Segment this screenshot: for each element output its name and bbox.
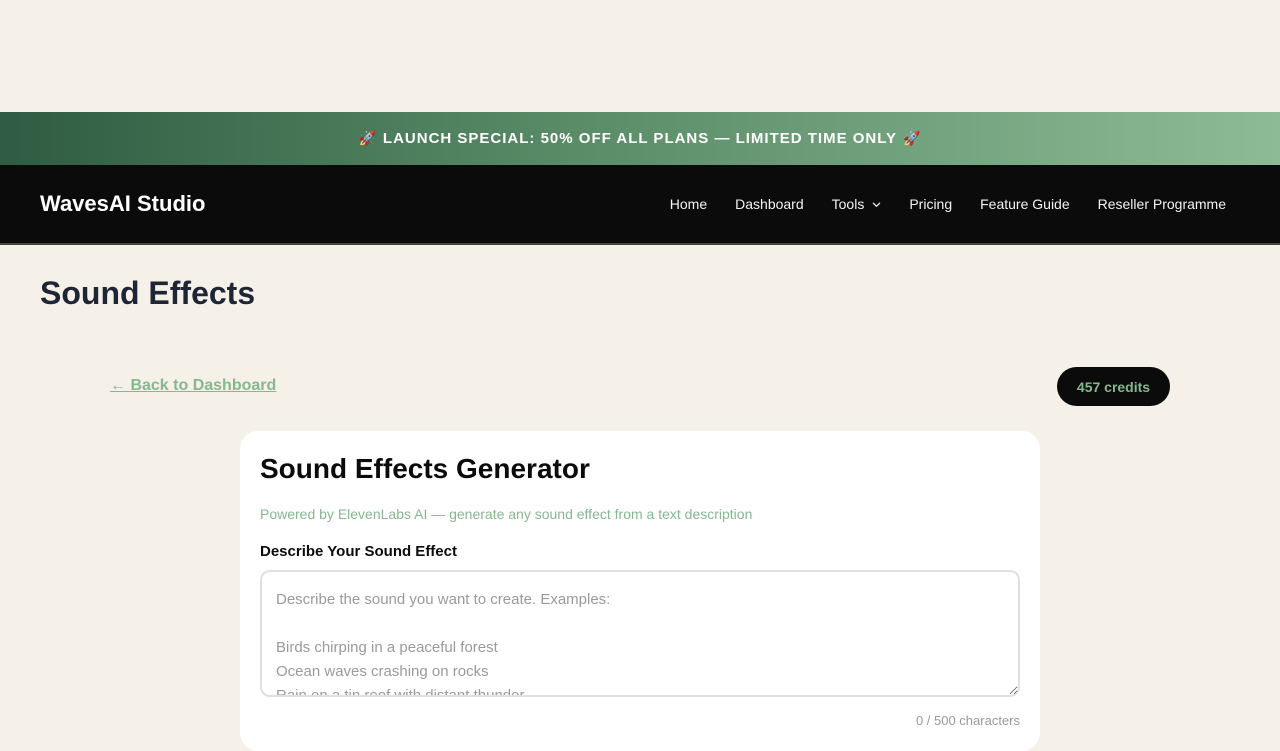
generator-card: Sound Effects Generator Powered by Eleve…	[240, 431, 1040, 751]
nav-dashboard[interactable]: Dashboard	[735, 196, 804, 212]
description-label: Describe Your Sound Effect	[260, 543, 457, 560]
main-navbar: WavesAI Studio Home Dashboard Tools Pric…	[0, 165, 1280, 245]
rocket-icon: 🚀	[358, 130, 377, 146]
promo-text: LAUNCH SPECIAL: 50% OFF ALL PLANS — LIMI…	[382, 130, 898, 147]
nav-reseller-programme[interactable]: Reseller Programme	[1098, 196, 1226, 212]
nav-home[interactable]: Home	[670, 196, 707, 212]
promo-banner: 🚀 LAUNCH SPECIAL: 50% OFF ALL PLANS — LI…	[0, 112, 1280, 165]
page-title: Sound Effects	[40, 275, 256, 311]
nav-links: Home Dashboard Tools Pricing Feature Gui…	[670, 196, 1226, 212]
rocket-icon: 🚀	[903, 130, 922, 146]
back-to-dashboard-link[interactable]: ← Back to Dashboard	[110, 377, 276, 395]
nav-tools-label: Tools	[831, 196, 865, 212]
nav-tools-dropdown[interactable]: Tools	[832, 196, 882, 212]
character-counter: 0 / 500 characters	[915, 713, 1020, 728]
chevron-down-icon	[873, 202, 881, 207]
brand-logo[interactable]: WavesAI Studio	[40, 191, 205, 217]
top-spacer	[0, 0, 1280, 112]
nav-pricing[interactable]: Pricing	[909, 196, 952, 212]
credits-badge: 457 credits	[1057, 367, 1170, 406]
sound-description-input[interactable]	[260, 570, 1020, 697]
generator-subtitle: Powered by ElevenLabs AI — generate any …	[260, 506, 753, 522]
nav-feature-guide[interactable]: Feature Guide	[980, 196, 1070, 212]
generator-title: Sound Effects Generator	[260, 453, 590, 484]
